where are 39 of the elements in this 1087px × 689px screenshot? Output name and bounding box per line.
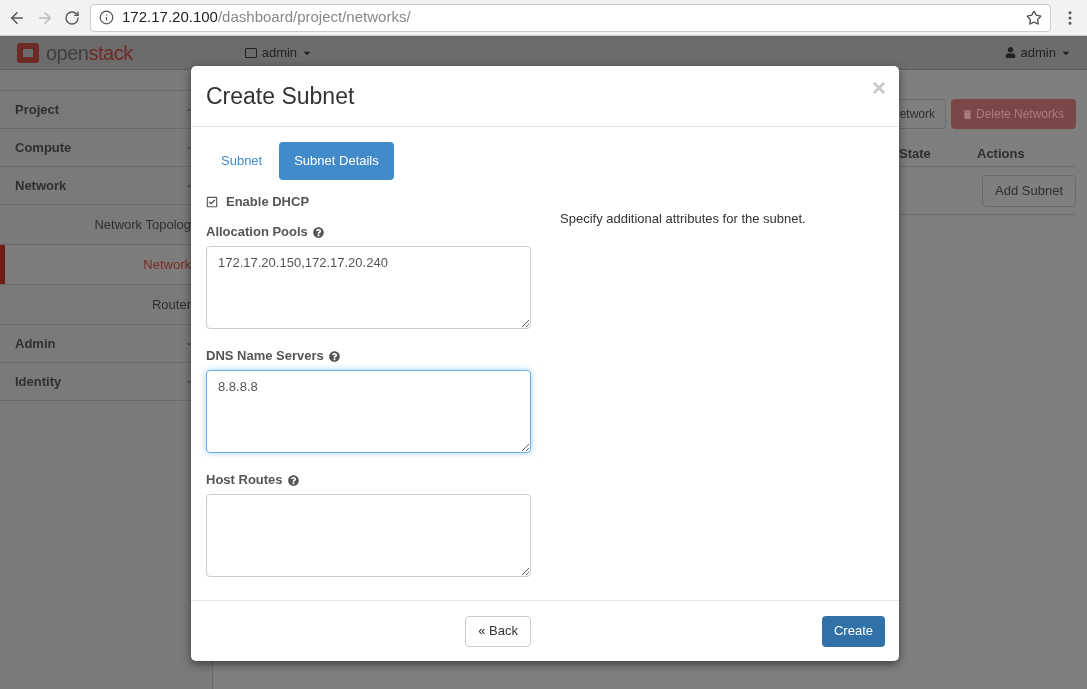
create-button[interactable]: Create <box>821 615 885 647</box>
project-icon <box>244 47 257 58</box>
field-label: Host Routes <box>206 471 283 490</box>
sidebar-section[interactable]: Admin <box>15 333 56 354</box>
bookmark-star-icon[interactable] <box>1026 9 1042 26</box>
url-text: 172.17.20.100/dashboard/project/networks/ <box>122 7 411 28</box>
checkbox[interactable] <box>206 196 218 208</box>
trash-icon <box>962 109 972 119</box>
back-button[interactable]: « Back <box>465 615 531 647</box>
info-icon[interactable] <box>99 10 114 25</box>
column-header: State <box>899 144 932 163</box>
field-label: DNS Name Servers <box>206 347 324 366</box>
tab[interactable]: Subnet Details <box>279 142 394 180</box>
help-icon[interactable] <box>312 226 324 238</box>
modal-title: Create Subnet <box>206 81 355 111</box>
sidebar-item[interactable]: Network <box>0 245 191 284</box>
sidebar-section[interactable]: Network <box>15 175 67 196</box>
help-icon[interactable] <box>328 350 340 362</box>
reload-icon[interactable] <box>64 9 80 26</box>
text-area[interactable]: 172.17.20.150,172.17.20.240 <box>206 246 531 329</box>
user-menu[interactable]: admin <box>1004 42 1071 63</box>
sidebar-section[interactable]: Project <box>15 99 60 120</box>
user-icon <box>1004 47 1016 58</box>
tab[interactable]: Subnet <box>206 142 278 180</box>
address-field[interactable]: 172.17.20.100/dashboard/project/networks/ <box>90 3 1051 32</box>
checkbox-label: Enable DHCP <box>226 193 310 212</box>
field-label: Allocation Pools <box>206 223 308 242</box>
sidebar-item[interactable]: Network Topolog <box>0 205 191 244</box>
close-button[interactable]: × <box>872 76 886 100</box>
sidebar-section[interactable]: Identity <box>15 371 62 392</box>
help-icon[interactable] <box>287 474 299 486</box>
sidebar-section[interactable]: Compute <box>15 137 72 158</box>
add-subnet-button[interactable]: Add Subnet <box>982 174 1076 207</box>
sidebar-item[interactable]: Router <box>0 285 191 324</box>
text-area[interactable]: 8.8.8.8 <box>206 370 531 453</box>
help-text: Specify additional attributes for the subnet. <box>560 211 806 226</box>
project-menu[interactable]: admin <box>244 42 313 63</box>
column-header: Actions <box>977 144 1025 163</box>
logo-icon <box>16 41 40 64</box>
